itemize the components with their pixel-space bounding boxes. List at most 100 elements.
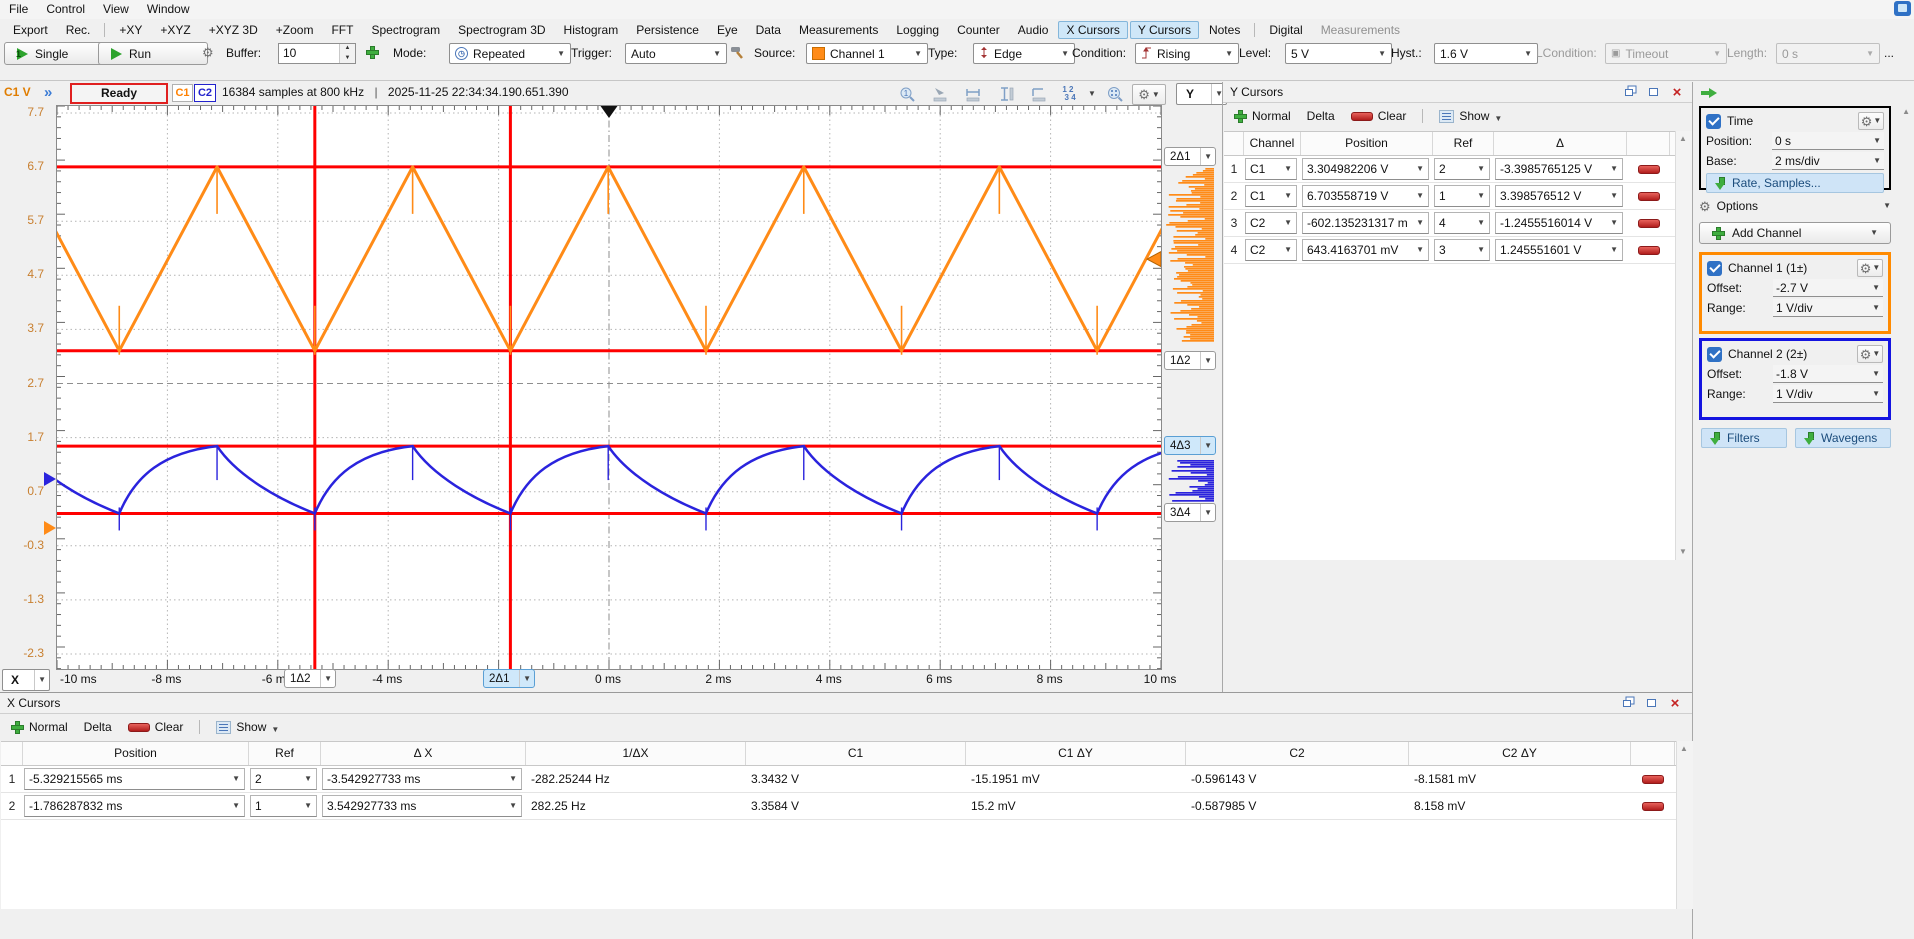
cursor-numbers-icon[interactable]: 1 2 3 4 [1056,84,1082,104]
menu-control[interactable]: Control [37,0,94,19]
channel2-offset-select[interactable]: -1.8 V▼ [1773,365,1883,383]
y-cursor-position-select[interactable]: 3.304982206 V▼ [1302,158,1429,180]
y-cursor-delta-select[interactable]: 3.398576512 V▼ [1495,185,1623,207]
y-cursor-remove-button[interactable] [1638,246,1660,255]
cursor-handle-1δ2[interactable]: 1Δ2▼ [1164,351,1216,370]
y-cursor-remove-button[interactable] [1638,192,1660,201]
buffer-spin-arrows[interactable]: ▲▼ [339,44,355,63]
tab--xy[interactable]: +XY [111,21,150,39]
plot-canvas[interactable] [56,105,1162,670]
sidebar-scroll-up[interactable]: ▲ [1902,108,1910,116]
x-cursors-scrollbar[interactable]: ▲ [1676,741,1693,909]
y-cursor-channel-select[interactable]: C1▼ [1245,158,1297,180]
hysteresis-select[interactable]: 1.6 V ▼ [1434,43,1538,64]
x-cursor-ref-select[interactable]: 2▼ [250,768,317,790]
corner-measure-icon[interactable] [1028,84,1050,104]
x-cursor-dx-select[interactable]: -3.542927733 ms▼ [322,768,522,790]
x-add-normal-button[interactable]: Normal [6,718,73,736]
tab-rec-[interactable]: Rec. [58,21,99,39]
tab-export[interactable]: Export [5,21,56,39]
buffer-gear-icon[interactable]: ⚙ [202,46,214,59]
expand-arrow-icon[interactable]: » [44,84,52,102]
cursor-handle-3δ4[interactable]: 3Δ4▼ [1164,503,1216,522]
sidebar-collapse-icon[interactable] [1701,88,1717,98]
y-cursor-position-select[interactable]: 6.703558719 V▼ [1302,185,1429,207]
plot-settings-button[interactable]: ⚙▼ [1132,84,1166,105]
y-axis-button[interactable]: Y ▼ [1176,83,1227,105]
tab--xyz-3d[interactable]: +XYZ 3D [201,21,266,39]
maximize-icon[interactable] [1644,85,1662,99]
horizontal-measure-icon[interactable] [962,84,984,104]
tab-digital[interactable]: Digital [1261,21,1310,39]
x-close-icon[interactable]: × [1666,696,1684,710]
channel1-offset-select[interactable]: -2.7 V▼ [1773,279,1883,297]
cursor-handle-1δ2[interactable]: 1Δ2▼ [284,669,336,688]
x-add-delta-button[interactable]: Delta [79,718,117,736]
channel1-badge[interactable]: C1 [172,84,193,102]
channel2-settings-button[interactable]: ⚙▼ [1857,345,1883,363]
vertical-measure-icon[interactable] [995,84,1017,104]
tab-audio[interactable]: Audio [1010,21,1057,39]
x-cursor-ref-select[interactable]: 1▼ [250,795,317,817]
y-cursor-ref-select[interactable]: 4▼ [1434,212,1490,234]
y-cursor-remove-button[interactable] [1638,219,1660,228]
time-settings-button[interactable]: ⚙▼ [1858,112,1884,130]
channel2-range-select[interactable]: 1 V/div▼ [1773,385,1883,403]
y-cursor-position-select[interactable]: 643.4163701 mV▼ [1302,239,1429,261]
y-cursor-channel-select[interactable]: C1▼ [1245,185,1297,207]
zoom-grid-icon[interactable] [1104,84,1126,104]
options-row[interactable]: ⚙ Options ▼ [1699,196,1891,216]
trigger-select[interactable]: Auto ▼ [625,43,727,64]
time-position-select[interactable]: 0 s▼ [1772,132,1884,150]
trigger-setup-icon[interactable] [730,45,745,63]
y-cursor-delta-select[interactable]: -1.2455516014 V▼ [1495,212,1623,234]
close-icon[interactable]: × [1668,85,1686,99]
cursor-handle-4δ3[interactable]: 4Δ3▼ [1164,436,1216,455]
tab-fft[interactable]: FFT [323,21,361,39]
add-channel-button[interactable]: Add Channel ▼ [1699,222,1891,244]
level-select[interactable]: 5 V ▼ [1285,43,1392,64]
x-cursor-remove-button[interactable] [1642,802,1664,811]
tab-counter[interactable]: Counter [949,21,1008,39]
lcondition-select[interactable]: ▣ Timeout ▼ [1605,43,1727,64]
restore-icon[interactable] [1620,85,1638,99]
channel2-checkbox[interactable] [1707,347,1722,362]
run-button[interactable]: Run [98,42,208,65]
tab-notes[interactable]: Notes [1201,21,1248,39]
menu-file[interactable]: File [0,0,37,19]
channel2-zero-marker[interactable] [44,472,56,486]
time-base-select[interactable]: 2 ms/div▼ [1772,152,1884,170]
channel1-settings-button[interactable]: ⚙▼ [1857,259,1883,277]
y-add-delta-button[interactable]: Delta [1302,107,1340,125]
y-cursor-channel-select[interactable]: C2▼ [1245,239,1297,261]
y-cursor-delta-select[interactable]: -3.3985765125 V▼ [1495,158,1623,180]
menu-window[interactable]: Window [138,0,199,19]
source-select[interactable]: Channel 1 ▼ [806,43,928,64]
y-show-button[interactable]: Show▼ [1434,107,1507,125]
channel1-range-select[interactable]: 1 V/div▼ [1773,299,1883,317]
axis-channel-label[interactable]: C1 V [4,85,31,99]
y-cursor-ref-select[interactable]: 1▼ [1434,185,1490,207]
x-clear-button[interactable]: Clear [123,718,189,736]
y-cursor-remove-button[interactable] [1638,165,1660,174]
x-axis-button[interactable]: X ▼ [2,669,50,691]
tab--zoom[interactable]: +Zoom [268,21,322,39]
x-cursor-dx-select[interactable]: 3.542927733 ms▼ [322,795,522,817]
cursor-handle-2δ1[interactable]: 2Δ1▼ [483,669,535,688]
rate-samples-button[interactable]: Rate, Samples... [1706,173,1884,193]
x-cursor-remove-button[interactable] [1642,775,1664,784]
time-checkbox[interactable] [1706,114,1721,129]
length-select[interactable]: 0 s ▼ [1776,43,1880,64]
x-restore-icon[interactable] [1618,696,1636,710]
menu-view[interactable]: View [94,0,138,19]
x-show-button[interactable]: Show▼ [211,718,284,736]
tab-persistence[interactable]: Persistence [628,21,707,39]
tab--xyz[interactable]: +XYZ [152,21,198,39]
cursors-dropdown-icon[interactable]: ▼ [1086,84,1098,104]
pointer-measure-icon[interactable] [929,84,951,104]
app-window-icon[interactable] [1894,1,1911,16]
tab-measurements[interactable]: Measurements [1313,21,1408,39]
x-cursor-position-select[interactable]: -1.786287832 ms▼ [24,795,245,817]
y-cursors-scrollbar[interactable]: ▲ ▼ [1675,131,1692,560]
y-cursor-ref-select[interactable]: 2▼ [1434,158,1490,180]
